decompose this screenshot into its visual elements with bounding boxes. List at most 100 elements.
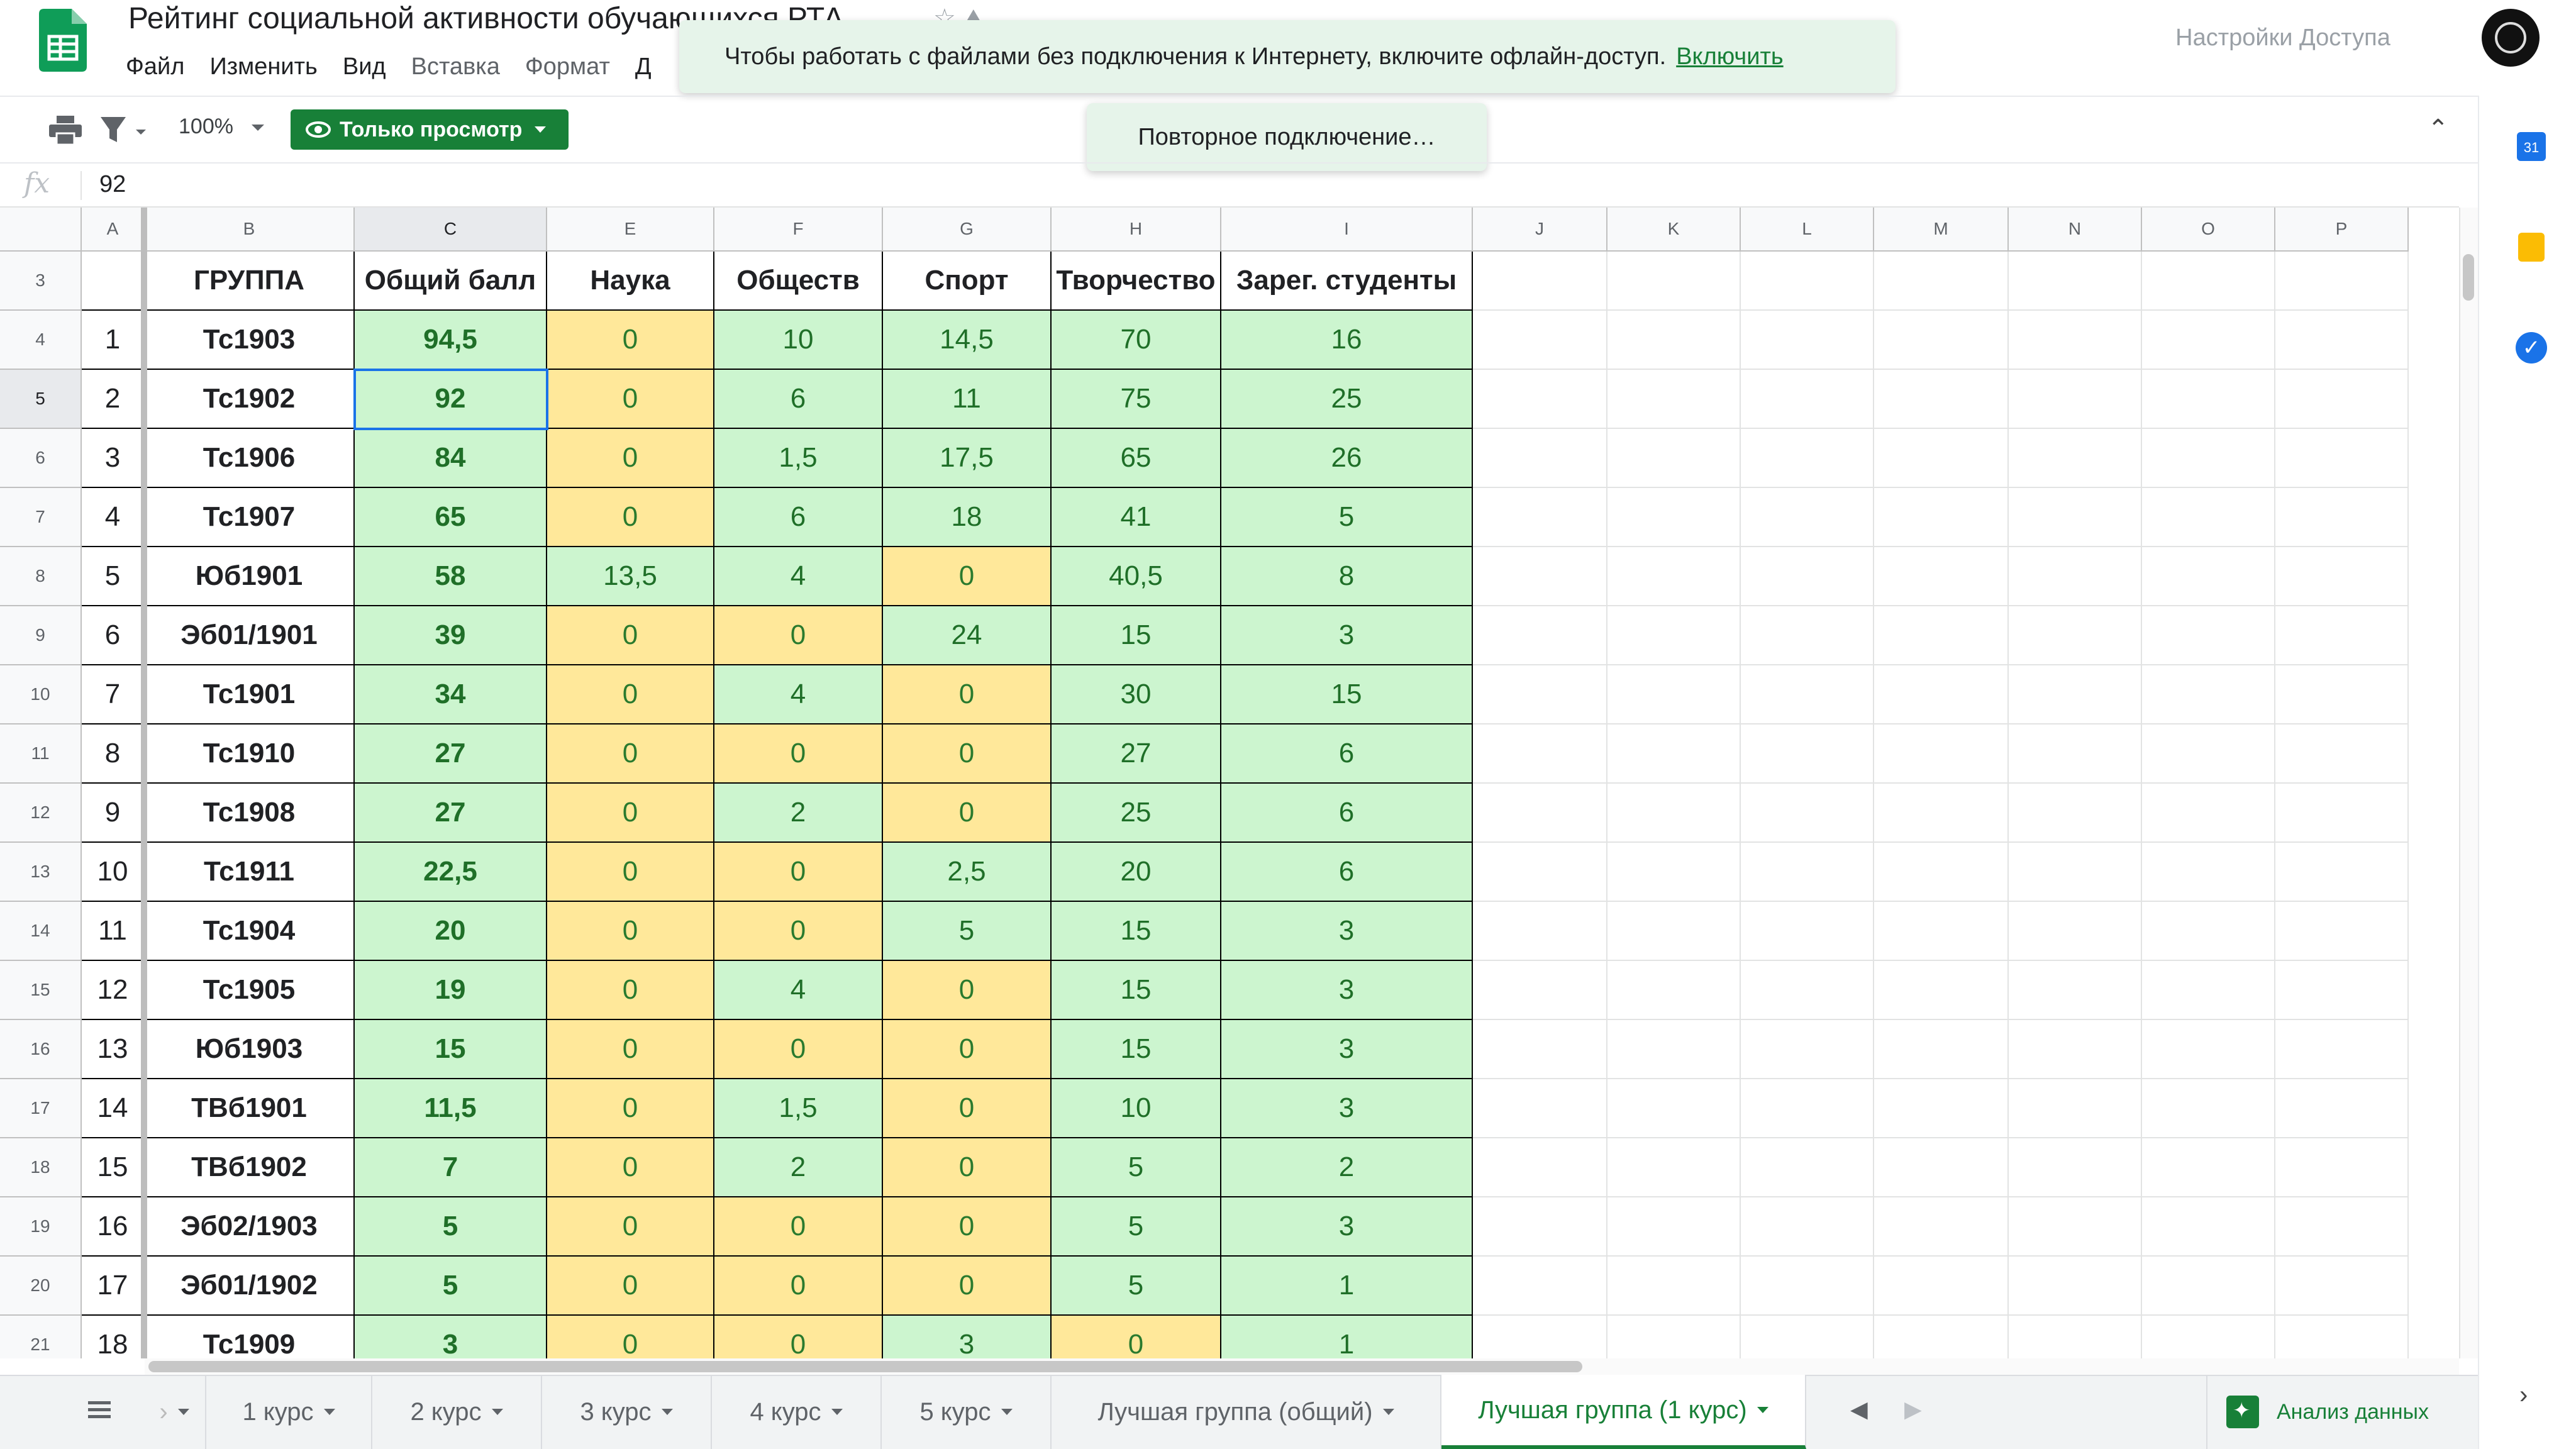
empty-cell[interactable] [2009,547,2142,606]
empty-cell[interactable] [1473,843,1607,902]
column-header-B[interactable]: B [145,208,355,252]
explore-button[interactable]: Анализ данных [2206,1375,2478,1449]
empty-cell[interactable] [1607,252,1741,311]
table-cell[interactable]: 9 [82,784,145,843]
table-cell[interactable]: 2 [82,370,145,429]
all-sheets-icon[interactable] [87,1397,112,1423]
empty-cell[interactable] [2009,843,2142,902]
empty-cell[interactable] [2275,843,2409,902]
empty-cell[interactable] [1607,724,1741,784]
empty-cell[interactable] [1473,724,1607,784]
table-cell[interactable]: 27 [355,784,547,843]
empty-cell[interactable] [2275,1257,2409,1316]
table-cell[interactable]: 0 [547,1316,714,1358]
table-cell[interactable]: 1,5 [714,429,883,488]
group-name-cell[interactable]: Эб01/1901 [145,606,355,665]
spreadsheet-grid[interactable]: A B C E F G H I J K L M N O P 3 ГРУППА Общий балл Наука Общ… [0,208,2459,1358]
empty-cell[interactable] [1874,961,2009,1020]
empty-cell[interactable] [1874,606,2009,665]
empty-cell[interactable] [2142,1079,2275,1138]
table-cell[interactable]: 0 [883,1197,1052,1257]
empty-cell[interactable] [1473,902,1607,961]
menu-data[interactable]: Д [635,50,652,83]
empty-cell[interactable] [1874,1020,2009,1079]
sheet-tab-best-overall[interactable]: Лучшая группа (общий) [1052,1375,1441,1449]
empty-cell[interactable] [1473,488,1607,547]
tasks-icon[interactable]: ✓ [2516,332,2547,364]
row-header-12[interactable]: 12 [0,784,82,843]
group-name-cell[interactable]: Тс1911 [145,843,355,902]
group-name-cell[interactable]: Тс1910 [145,724,355,784]
empty-cell[interactable] [2142,843,2275,902]
row-header-7[interactable]: 7 [0,488,82,547]
empty-cell[interactable] [2275,429,2409,488]
empty-cell[interactable] [1607,606,1741,665]
table-cell[interactable]: 2 [714,784,883,843]
table-cell[interactable]: 5 [1221,488,1473,547]
empty-cell[interactable] [1874,1316,2009,1358]
row-header-14[interactable]: 14 [0,902,82,961]
chevron-down-icon[interactable] [252,125,264,131]
empty-cell[interactable] [2009,665,2142,724]
formula-input[interactable]: 92 [99,171,126,198]
table-cell[interactable]: 19 [355,961,547,1020]
empty-cell[interactable] [2275,547,2409,606]
empty-cell[interactable] [2142,724,2275,784]
empty-cell[interactable] [1607,547,1741,606]
empty-cell[interactable] [2009,961,2142,1020]
table-cell[interactable]: 11 [82,902,145,961]
table-cell[interactable]: 7 [82,665,145,724]
tab-scroll-left-icon[interactable]: ◀ [1850,1396,1868,1423]
table-cell[interactable]: 15 [1052,961,1221,1020]
table-cell[interactable]: 3 [1221,1020,1473,1079]
empty-cell[interactable] [1741,429,1874,488]
empty-cell[interactable] [1741,1138,1874,1197]
table-cell[interactable]: 0 [883,1138,1052,1197]
select-all-corner[interactable] [0,208,82,252]
empty-cell[interactable] [1741,252,1874,311]
table-cell[interactable]: 15 [1052,1020,1221,1079]
table-cell[interactable]: 0 [714,724,883,784]
table-cell[interactable]: 0 [714,902,883,961]
table-cell[interactable]: 13,5 [547,547,714,606]
empty-cell[interactable] [1741,547,1874,606]
table-cell[interactable]: 0 [883,724,1052,784]
menu-format[interactable]: Формат [525,50,610,83]
table-cell[interactable]: 0 [547,843,714,902]
vertical-scrollbar[interactable] [2459,208,2478,1358]
empty-cell[interactable] [1741,1020,1874,1079]
zoom-select[interactable]: 100% [179,114,233,139]
table-cell[interactable]: 17 [82,1257,145,1316]
empty-cell[interactable] [2142,665,2275,724]
table-cell[interactable]: 11,5 [355,1079,547,1138]
empty-cell[interactable] [1473,606,1607,665]
keep-icon[interactable] [2518,233,2545,262]
table-cell[interactable]: 18 [883,488,1052,547]
table-cell[interactable]: 2 [1221,1138,1473,1197]
table-cell[interactable]: 2,5 [883,843,1052,902]
table-cell[interactable]: 0 [547,1197,714,1257]
table-cell[interactable]: 0 [547,311,714,370]
table-cell[interactable]: 4 [714,547,883,606]
table-cell[interactable]: 0 [883,784,1052,843]
row-header-17[interactable]: 17 [0,1079,82,1138]
table-cell[interactable]: 5 [1052,1138,1221,1197]
column-header-G[interactable]: G [883,208,1052,252]
table-cell[interactable]: 0 [547,902,714,961]
menu-insert[interactable]: Вставка [411,50,500,83]
empty-cell[interactable] [1473,1020,1607,1079]
table-cell[interactable]: 27 [355,724,547,784]
row-header-3[interactable]: 3 [0,252,82,311]
empty-cell[interactable] [1874,311,2009,370]
table-cell[interactable]: 0 [547,665,714,724]
column-header-L[interactable]: L [1741,208,1874,252]
table-cell[interactable]: 0 [714,1197,883,1257]
table-cell[interactable]: 4 [714,665,883,724]
empty-cell[interactable] [1874,1138,2009,1197]
column-header-P[interactable]: P [2275,208,2409,252]
empty-cell[interactable] [2142,1257,2275,1316]
group-name-cell[interactable]: ТВб1902 [145,1138,355,1197]
sheet-tab-3[interactable]: 3 курс [542,1375,712,1449]
group-name-cell[interactable]: Тс1902 [145,370,355,429]
table-cell[interactable]: 1,5 [714,1079,883,1138]
